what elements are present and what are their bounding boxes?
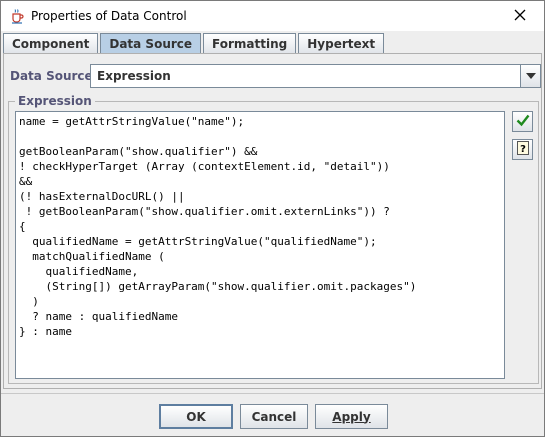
data-source-value: Expression	[97, 69, 171, 83]
tab-component[interactable]: Component	[3, 33, 99, 54]
dialog-window: Properties of Data Control Component Dat…	[0, 0, 545, 437]
help-icon: ?	[516, 141, 530, 158]
java-cup-icon	[9, 8, 25, 24]
tab-formatting[interactable]: Formatting	[203, 33, 297, 54]
expression-editor[interactable]: name = getAttrStringValue("name"); getBo…	[15, 111, 505, 379]
close-button[interactable]	[500, 3, 540, 29]
ok-button[interactable]: OK	[159, 404, 233, 429]
help-button[interactable]: ?	[512, 139, 533, 160]
expression-code[interactable]: name = getAttrStringValue("name"); getBo…	[16, 112, 504, 341]
expression-group-label: Expression	[15, 94, 95, 108]
apply-button[interactable]: Apply	[315, 404, 388, 429]
svg-text:?: ?	[520, 144, 526, 155]
title-bar[interactable]: Properties of Data Control	[1, 1, 544, 31]
check-icon	[516, 113, 530, 130]
tab-data-source[interactable]: Data Source	[100, 33, 202, 54]
tab-bar: Component Data Source Formatting Hyperte…	[3, 33, 386, 54]
footer-separator	[1, 393, 544, 394]
data-source-panel: Data Source: Expression Expression name …	[3, 53, 542, 389]
apply-label: Apply	[332, 409, 371, 424]
tab-hypertext[interactable]: Hypertext	[298, 33, 385, 54]
cancel-button[interactable]: Cancel	[240, 404, 308, 429]
chevron-down-icon[interactable]	[520, 65, 540, 87]
validate-button[interactable]	[512, 111, 533, 132]
data-source-label: Data Source:	[10, 69, 98, 83]
data-source-dropdown[interactable]: Expression	[90, 64, 541, 88]
window-title: Properties of Data Control	[31, 9, 187, 23]
close-icon	[514, 9, 526, 24]
expression-group: Expression name = getAttrStringValue("na…	[8, 94, 539, 384]
